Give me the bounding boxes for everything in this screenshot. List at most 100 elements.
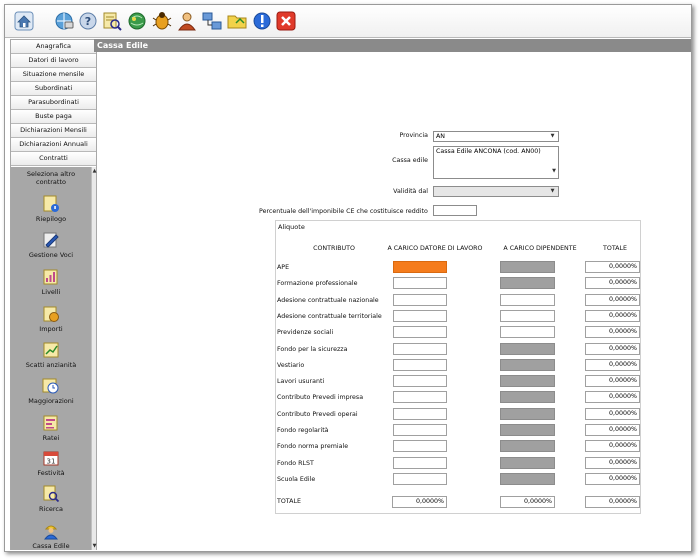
tool-ricerca[interactable]: Ricerca [11, 485, 91, 513]
header-totale: TOTALE [603, 245, 627, 252]
clock-icon [42, 377, 60, 395]
row-label: Fondo per la sicurezza [277, 346, 348, 353]
provincia-select[interactable]: AN ▼ [433, 131, 559, 142]
row-label: Contributo Prevedi operai [277, 411, 358, 418]
tool-label: Importi [39, 325, 63, 333]
tool-livelli[interactable]: Livelli [11, 268, 91, 296]
dipendente-input [500, 473, 555, 485]
row-label: Fondo regolarità [277, 427, 329, 434]
sidebar-item-contratti[interactable]: Contratti [11, 152, 96, 166]
dipendente-input[interactable] [500, 326, 555, 338]
datore-input[interactable] [393, 473, 447, 485]
tool-scatti-anzianita[interactable]: Scatti anzianità [11, 341, 91, 369]
datore-input[interactable] [393, 359, 447, 371]
close-icon[interactable] [275, 10, 297, 32]
datore-input[interactable] [393, 326, 447, 338]
row-label: Fondo RLST [277, 460, 314, 467]
totale-value: 0,0000% [585, 440, 640, 452]
sidebar-item-dichiarazioni-mensili[interactable]: Dichiarazioni Mensili [11, 124, 96, 138]
percentuale-input[interactable] [433, 205, 477, 216]
dipendente-input [500, 375, 555, 387]
row-label: Fondo norma premiale [277, 443, 349, 450]
row-label: Adesione contrattuale nazionale [277, 297, 379, 304]
tool-label: Riepilogo [35, 215, 67, 223]
chevron-down-icon[interactable]: ▼ [548, 133, 557, 140]
tool-cassa-edile[interactable]: Cassa Edile [11, 522, 91, 550]
row-label: Adesione contrattuale territoriale [277, 313, 382, 320]
datore-input[interactable] [393, 457, 447, 469]
dipendente-input [500, 359, 555, 371]
datore-input[interactable] [393, 440, 447, 452]
select-other-contract-link[interactable]: Seleziona altro contratto [11, 170, 91, 186]
amounts-icon [42, 305, 60, 323]
sidebar-item-buste-paga[interactable]: Buste paga [11, 110, 96, 124]
search-doc-icon[interactable] [101, 10, 123, 32]
dipendente-input [500, 277, 555, 289]
tool-ratei[interactable]: Ratei [11, 414, 91, 442]
datore-input[interactable] [393, 408, 447, 420]
seniority-icon [42, 341, 60, 359]
datore-input[interactable] [393, 310, 447, 322]
datore-input[interactable] [393, 343, 447, 355]
cassa-edile-label: Cassa edile [392, 157, 428, 164]
datore-input[interactable] [393, 277, 447, 289]
scroll-down-icon[interactable]: ▼ [92, 542, 97, 550]
datore-input[interactable] [393, 261, 447, 273]
sidebar-item-dichiarazioni-annuali[interactable]: Dichiarazioni Annuali [11, 138, 96, 152]
totale-value: 0,0000% [585, 424, 640, 436]
tool-label: Scatti anzianità [25, 361, 77, 369]
help-icon[interactable]: ? [77, 10, 99, 32]
datore-input[interactable] [393, 424, 447, 436]
validita-label: Validità dal [393, 188, 428, 195]
info-icon[interactable] [251, 10, 273, 32]
scroll-up-icon[interactable]: ▲ [92, 167, 97, 175]
sidebar-item-subordinati[interactable]: Subordinati [11, 82, 96, 96]
sidebar-item-situazione-mensile[interactable]: Situazione mensile [11, 68, 96, 82]
row-label: Lavori usuranti [277, 378, 325, 385]
sidebar: Anagrafica Datori di lavoro Situazione m… [10, 39, 97, 550]
search-icon [42, 485, 60, 503]
bug-icon[interactable] [151, 10, 173, 32]
levels-icon [42, 268, 60, 286]
sidebar-scrollbar[interactable]: ▲ ▼ [91, 167, 96, 550]
cassa-edile-list[interactable]: Cassa Edile ANCONA (cod. AN00) ▼ [433, 146, 559, 179]
dipendente-input[interactable] [500, 310, 555, 322]
contract-tools-panel: Seleziona altro contratto Riepilogo Gest… [11, 167, 91, 550]
tool-label: Gestione Voci [28, 251, 74, 259]
toolbar: ? [5, 5, 691, 38]
sidebar-item-datori-di-lavoro[interactable]: Datori di lavoro [11, 54, 96, 68]
network-icon[interactable] [53, 10, 75, 32]
tool-label: Ricerca [39, 505, 63, 513]
cassa-edile-option[interactable]: Cassa Edile ANCONA (cod. AN00) [436, 148, 541, 155]
chevron-down-icon[interactable]: ▼ [552, 168, 556, 174]
tool-maggiorazioni[interactable]: Maggiorazioni [11, 377, 91, 405]
row-label: Vestiario [277, 362, 305, 369]
totale-datore-value: 0,0000% [392, 496, 447, 508]
installments-icon [42, 414, 60, 432]
dipendente-input[interactable] [500, 294, 555, 306]
totale-value: 0,0000% [585, 294, 640, 306]
sidebar-item-parasubordinati[interactable]: Parasubordinati [11, 96, 96, 110]
connect-icon[interactable] [201, 10, 223, 32]
datore-input[interactable] [393, 375, 447, 387]
percentuale-label: Percentuale dell'imponibile CE che costi… [259, 208, 428, 215]
tool-importi[interactable]: Importi [11, 305, 91, 333]
sidebar-item-anagrafica[interactable]: Anagrafica [11, 40, 96, 54]
dipendente-input [500, 440, 555, 452]
totale-value: 0,0000% [585, 277, 640, 289]
datore-input[interactable] [393, 391, 447, 403]
tool-gestione-voci[interactable]: Gestione Voci [11, 231, 91, 259]
folder-icon[interactable] [226, 10, 248, 32]
tool-riepilogo[interactable]: Riepilogo [11, 195, 91, 223]
header-datore: A CARICO DATORE DI LAVORO [387, 245, 483, 252]
user-icon[interactable] [176, 10, 198, 32]
aliquote-title: Aliquote [278, 223, 305, 231]
tool-festivita[interactable]: 31 Festività [11, 449, 91, 477]
home-icon[interactable] [13, 10, 35, 32]
row-label: Formazione professionale [277, 280, 358, 287]
globe-icon[interactable] [126, 10, 148, 32]
totale-value: 0,0000% [585, 261, 640, 273]
worker-icon [42, 522, 60, 540]
tool-label: Cassa Edile [32, 542, 70, 550]
datore-input[interactable] [393, 294, 447, 306]
